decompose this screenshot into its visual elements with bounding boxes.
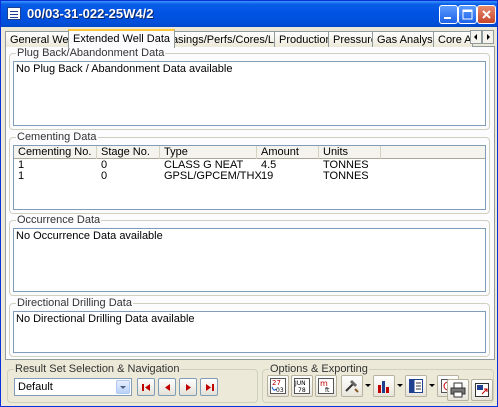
directional-drilling-title: Directional Drilling Data: [16, 297, 133, 309]
date-format-button[interactable]: 27 03: [267, 375, 289, 397]
directional-drilling-list[interactable]: No Directional Drilling Data available: [13, 311, 486, 353]
result-set-select[interactable]: Default: [14, 378, 132, 396]
tools-icon: [345, 380, 359, 393]
calendar-b-top: JUN: [294, 380, 306, 387]
occurrence-title: Occurrence Data: [16, 214, 102, 226]
chevron-down-icon[interactable]: [116, 380, 130, 394]
tab-scroll-right-button[interactable]: [482, 30, 494, 44]
cell-amount: 19: [261, 170, 274, 182]
plug-back-list[interactable]: No Plug Back / Abandonment Data availabl…: [13, 61, 486, 126]
close-icon: [482, 10, 491, 19]
units-icon: m ft: [318, 378, 334, 394]
report-button[interactable]: [405, 375, 427, 397]
cell-stage-no: 0: [101, 170, 108, 182]
directional-drilling-group: Directional Drilling Data No Directional…: [9, 297, 490, 357]
last-record-button[interactable]: [200, 378, 218, 396]
next-record-button[interactable]: [179, 378, 197, 396]
directional-drilling-empty-message: No Directional Drilling Data available: [16, 313, 195, 325]
column-header-type[interactable]: Type: [160, 146, 257, 159]
print-button[interactable]: [447, 379, 469, 401]
window-title: 00/03-31-022-25W4/2: [27, 6, 154, 21]
report-dropdown-button[interactable]: [428, 375, 436, 397]
previous-record-button[interactable]: [158, 378, 176, 396]
calendar-icon: 27 03: [270, 378, 286, 394]
arrow-left-icon: [474, 34, 477, 40]
app-icon: [7, 7, 21, 20]
cell-type: GPSL/GPCEM/THX: [164, 170, 262, 182]
column-header-amount[interactable]: Amount: [257, 146, 319, 159]
units-button[interactable]: m ft: [315, 375, 337, 397]
tools-button[interactable]: [341, 375, 363, 397]
column-header-stage-no[interactable]: Stage No.: [97, 146, 160, 159]
first-record-button[interactable]: [137, 378, 155, 396]
calendar-month-icon: JUN 78: [294, 378, 310, 394]
tools-dropdown-button[interactable]: [364, 375, 372, 397]
cementing-group: Cementing Data Cementing No. Stage No. T…: [9, 131, 490, 214]
tab-core-analysis[interactable]: Core Ar: [433, 31, 473, 47]
export-icon: [475, 383, 489, 397]
minimize-icon: [444, 17, 451, 19]
table-row[interactable]: 1 0 GPSL/GPCEM/THX 19 TONNES: [14, 171, 485, 182]
occurrence-list[interactable]: No Occurrence Data available: [13, 228, 486, 292]
chart-dropdown-button[interactable]: [396, 375, 404, 397]
occurrence-empty-message: No Occurrence Data available: [16, 230, 163, 242]
maximize-button[interactable]: [458, 5, 477, 24]
main-window: 00/03-31-022-25W4/2 General Well Extende…: [0, 0, 498, 407]
column-header-cementing-no[interactable]: Cementing No.: [14, 146, 97, 159]
close-button[interactable]: [477, 5, 496, 24]
result-set-navigation-group: Result Set Selection & Navigation Defaul…: [7, 363, 258, 403]
result-set-select-value: Default: [18, 381, 53, 393]
cementing-table-header: Cementing No. Stage No. Type Amount Unit…: [14, 146, 485, 159]
chart-button[interactable]: [373, 375, 395, 397]
printer-icon: [450, 382, 466, 398]
plug-back-empty-message: No Plug Back / Abandonment Data availabl…: [16, 63, 233, 75]
last-icon: [206, 384, 214, 391]
occurrence-group: Occurrence Data No Occurrence Data avail…: [9, 214, 490, 296]
calendar-b-bottom: 78: [298, 387, 306, 394]
tab-extended-well-data[interactable]: Extended Well Data: [68, 29, 176, 48]
calendar-c-bottom: ft: [325, 387, 330, 394]
cementing-table[interactable]: Cementing No. Stage No. Type Amount Unit…: [13, 145, 486, 210]
tab-scroll-left-button[interactable]: [470, 30, 482, 44]
cementing-title: Cementing Data: [16, 131, 98, 143]
cell-units: TONNES: [323, 170, 369, 182]
title-bar[interactable]: 00/03-31-022-25W4/2: [1, 1, 497, 27]
cell-cementing-no: 1: [18, 170, 25, 182]
tab-strip: General Well Extended Well Data Casings/…: [5, 29, 495, 48]
next-icon: [186, 384, 191, 391]
calendar-a-bottom: 03: [276, 387, 284, 394]
previous-icon: [165, 384, 170, 391]
arrow-right-icon: [487, 34, 490, 40]
chart-icon: [378, 381, 389, 393]
export-button[interactable]: [471, 379, 493, 401]
first-icon: [142, 384, 150, 391]
maximize-icon: [462, 9, 473, 20]
calendar-a-top: 27: [272, 379, 281, 387]
report-icon: [409, 379, 423, 393]
result-set-navigation-title: Result Set Selection & Navigation: [14, 363, 181, 375]
column-header-units[interactable]: Units: [319, 146, 381, 159]
plug-back-title: Plug Back/Abandonment Data: [16, 47, 166, 59]
plug-back-group: Plug Back/Abandonment Data No Plug Back …: [9, 47, 490, 130]
date-style-button[interactable]: JUN 78: [291, 375, 313, 397]
options-exporting-title: Options & Exporting: [269, 363, 369, 375]
minimize-button[interactable]: [439, 5, 458, 24]
